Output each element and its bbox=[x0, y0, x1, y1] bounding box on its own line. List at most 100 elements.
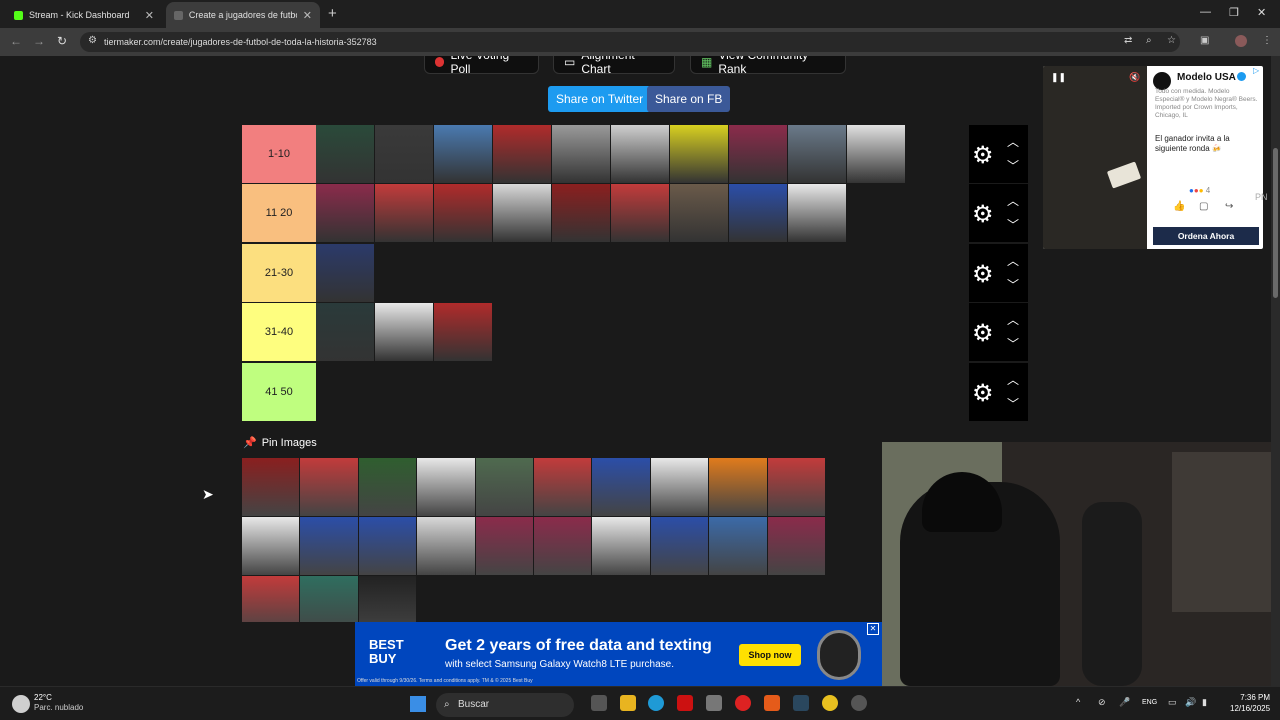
alignment-chart-button[interactable]: ▭ Alignment Chart bbox=[553, 56, 675, 76]
shop-now-button[interactable]: Shop now bbox=[739, 644, 801, 666]
profile-avatar[interactable] bbox=[1235, 35, 1247, 47]
player-image[interactable] bbox=[358, 458, 417, 516]
language-indicator[interactable]: ENG bbox=[1142, 699, 1157, 706]
player-image[interactable] bbox=[670, 125, 728, 183]
volume-icon[interactable]: 🔊 bbox=[1185, 697, 1196, 708]
app-icon[interactable] bbox=[706, 695, 722, 711]
taskbar-search[interactable]: ⌕ Buscar bbox=[436, 693, 574, 717]
player-image[interactable] bbox=[375, 125, 433, 183]
tier-label[interactable]: 1-10 bbox=[242, 125, 316, 183]
player-image[interactable] bbox=[375, 303, 433, 362]
clock[interactable]: 7:36 PM 12/16/2025 bbox=[1230, 692, 1270, 714]
weather-widget[interactable]: 22°C Parc. nublado bbox=[34, 693, 83, 713]
player-image[interactable] bbox=[242, 458, 300, 516]
player-image[interactable] bbox=[767, 458, 825, 516]
player-image[interactable] bbox=[434, 125, 492, 183]
player-image[interactable] bbox=[475, 458, 533, 516]
gear-icon[interactable]: ⚙ bbox=[972, 379, 994, 408]
file-explorer-icon[interactable] bbox=[620, 695, 636, 711]
player-image[interactable] bbox=[552, 184, 610, 243]
player-image[interactable] bbox=[552, 125, 610, 183]
player-image[interactable] bbox=[300, 576, 358, 622]
close-tab-icon[interactable]: ✕ bbox=[303, 9, 312, 22]
player-image[interactable] bbox=[242, 517, 300, 575]
pin-images-row[interactable]: 📌 Pin Images bbox=[243, 436, 317, 450]
player-image[interactable] bbox=[788, 125, 846, 183]
chevron-up-icon[interactable]: ︿ bbox=[1007, 311, 1019, 328]
player-image[interactable] bbox=[847, 125, 905, 183]
player-image[interactable] bbox=[493, 184, 551, 243]
player-image[interactable] bbox=[434, 184, 492, 243]
player-image[interactable] bbox=[729, 125, 787, 183]
player-image[interactable] bbox=[417, 458, 475, 516]
side-ad[interactable]: ❚❚ 🔇 Modelo USA ▷ Todo con medida. Model… bbox=[1043, 66, 1263, 249]
tray-icon[interactable]: ⊘ bbox=[1098, 697, 1106, 708]
player-image[interactable] bbox=[316, 303, 374, 362]
share-fb-button[interactable]: Share on FB bbox=[647, 86, 731, 112]
ad-choices-icon[interactable]: ▷ bbox=[1253, 66, 1259, 75]
player-image[interactable] bbox=[650, 458, 709, 516]
comment-icon[interactable]: ▢ bbox=[1199, 201, 1208, 212]
tier-images[interactable] bbox=[316, 184, 969, 243]
banner-ad[interactable]: BEST BUY Get 2 years of free data and te… bbox=[355, 622, 882, 686]
gear-icon[interactable]: ⚙ bbox=[972, 141, 994, 170]
tier-label[interactable]: 31-40 bbox=[242, 303, 316, 362]
player-image[interactable] bbox=[434, 303, 492, 362]
share-icon[interactable]: ↪ bbox=[1225, 201, 1233, 212]
share-twitter-button[interactable]: Share on Twitter bbox=[548, 86, 652, 112]
app-icon-2[interactable] bbox=[851, 695, 867, 711]
gear-icon[interactable]: ⚙ bbox=[972, 260, 994, 289]
forward-icon[interactable]: → bbox=[33, 34, 45, 48]
player-image[interactable] bbox=[788, 184, 846, 243]
player-image[interactable] bbox=[709, 458, 767, 516]
menu-dots-icon[interactable]: ⋮ bbox=[1262, 35, 1272, 46]
steam-icon[interactable] bbox=[793, 695, 809, 711]
close-window-icon[interactable]: ✕ bbox=[1257, 6, 1266, 19]
player-image[interactable] bbox=[475, 517, 533, 575]
player-image[interactable] bbox=[417, 517, 475, 575]
netflix-icon[interactable] bbox=[677, 695, 693, 711]
tier-images[interactable] bbox=[316, 303, 969, 362]
player-image[interactable] bbox=[611, 184, 669, 243]
task-view-icon[interactable] bbox=[591, 695, 607, 711]
ad-video[interactable]: ❚❚ 🔇 bbox=[1043, 66, 1147, 249]
tray-chevron-icon[interactable]: ^ bbox=[1076, 697, 1080, 707]
player-image[interactable] bbox=[493, 125, 551, 183]
chevron-down-icon[interactable]: ﹀ bbox=[1007, 157, 1019, 174]
mute-icon[interactable]: 🔇 bbox=[1129, 72, 1140, 83]
mic-icon[interactable]: 🎤 bbox=[1119, 697, 1130, 708]
media-icon[interactable] bbox=[735, 695, 751, 711]
player-image[interactable] bbox=[670, 184, 728, 243]
player-image[interactable] bbox=[611, 125, 669, 183]
windows-icon[interactable] bbox=[410, 696, 426, 712]
chevron-down-icon[interactable]: ﹀ bbox=[1007, 395, 1019, 412]
player-image[interactable] bbox=[729, 184, 787, 243]
player-image[interactable] bbox=[650, 517, 709, 575]
tier-images[interactable] bbox=[316, 243, 969, 302]
bookmark-star-icon[interactable]: ☆ bbox=[1167, 35, 1176, 46]
gear-icon[interactable]: ⚙ bbox=[972, 319, 994, 348]
pause-icon[interactable]: ❚❚ bbox=[1051, 72, 1066, 83]
tier-label[interactable]: 41 50 bbox=[242, 362, 316, 421]
live-voting-button[interactable]: Live Voting Poll bbox=[424, 56, 539, 76]
minimize-icon[interactable]: — bbox=[1200, 6, 1211, 18]
chevron-up-icon[interactable]: ︿ bbox=[1007, 371, 1019, 388]
player-image[interactable] bbox=[358, 517, 417, 575]
edge-icon[interactable] bbox=[648, 695, 664, 711]
chevron-up-icon[interactable]: ︿ bbox=[1007, 252, 1019, 269]
maximize-icon[interactable]: ❐ bbox=[1229, 6, 1239, 19]
player-image[interactable] bbox=[533, 458, 592, 516]
tier-images[interactable] bbox=[316, 362, 969, 421]
player-image[interactable] bbox=[316, 243, 374, 302]
player-image[interactable] bbox=[358, 576, 417, 622]
chevron-down-icon[interactable]: ﹀ bbox=[1007, 216, 1019, 233]
tier-label[interactable]: 21-30 bbox=[242, 243, 316, 302]
tab-kick-dashboard[interactable]: Stream - Kick Dashboard ✕ bbox=[6, 2, 162, 28]
address-bar[interactable]: tiermaker.com/create/jugadores-de-futbol… bbox=[80, 32, 1180, 52]
display-icon[interactable]: ▭ bbox=[1168, 697, 1177, 708]
like-icon[interactable]: 👍 bbox=[1173, 201, 1185, 212]
obs-icon[interactable] bbox=[764, 695, 780, 711]
weather-icon[interactable] bbox=[12, 695, 30, 713]
player-image[interactable] bbox=[709, 517, 767, 575]
scrollbar-thumb[interactable] bbox=[1273, 148, 1278, 298]
